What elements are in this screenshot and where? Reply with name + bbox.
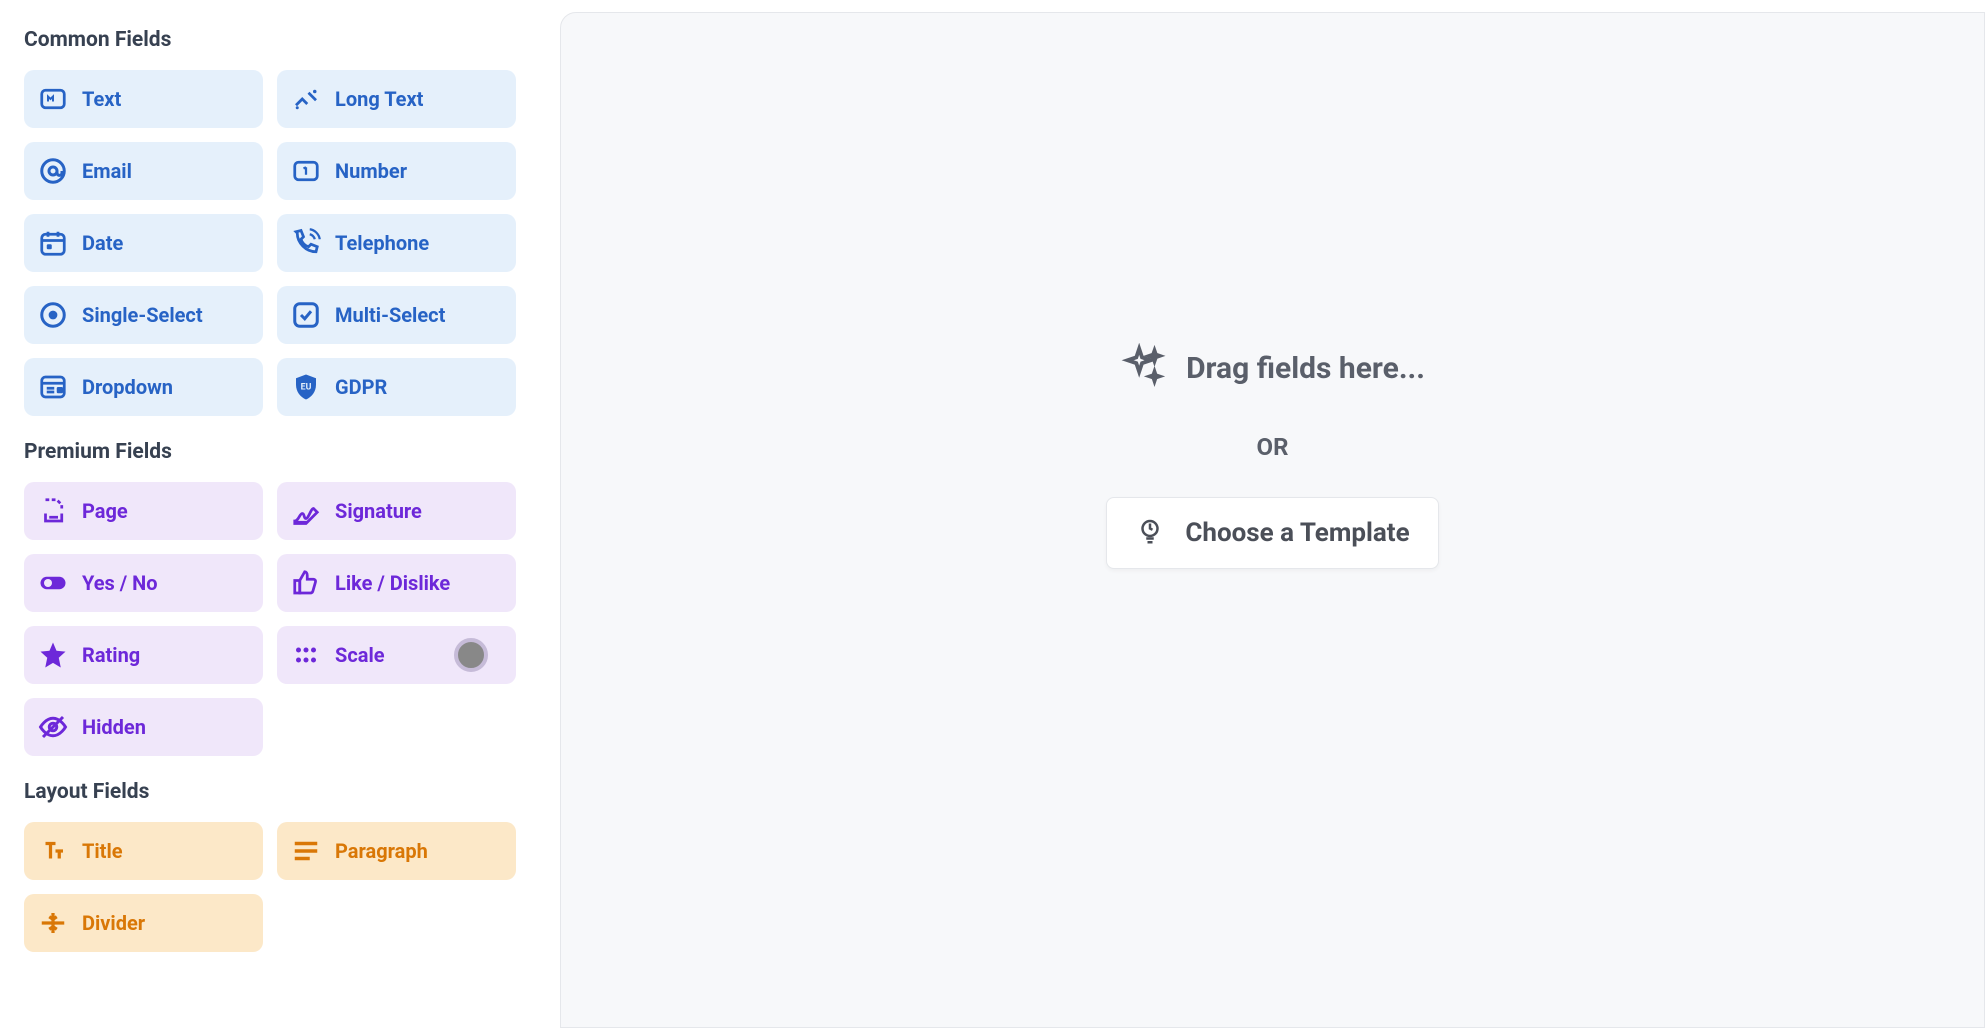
field-label: Like / Dislike <box>335 571 450 595</box>
star-icon <box>38 640 68 670</box>
field-scale[interactable]: Scale <box>277 626 516 684</box>
sparkle-icon <box>1120 343 1166 393</box>
field-label: Divider <box>82 911 145 935</box>
section-title-common: Common Fields <box>24 28 516 52</box>
telephone-icon <box>291 228 321 258</box>
signature-icon <box>291 496 321 526</box>
toggle-icon <box>38 568 68 598</box>
field-label: Signature <box>335 499 422 523</box>
multi-select-icon <box>291 300 321 330</box>
section-title-layout: Layout Fields <box>24 780 516 804</box>
field-paragraph[interactable]: Paragraph <box>277 822 516 880</box>
layout-fields-grid: Title Paragraph Divider <box>24 822 516 952</box>
field-label: Multi-Select <box>335 303 445 327</box>
cursor-indicator <box>454 638 488 672</box>
field-label: Long Text <box>335 87 423 111</box>
gdpr-icon: EU <box>291 372 321 402</box>
field-telephone[interactable]: Telephone <box>277 214 516 272</box>
field-multi-select[interactable]: Multi-Select <box>277 286 516 344</box>
hidden-icon <box>38 712 68 742</box>
field-label: Paragraph <box>335 839 428 863</box>
field-signature[interactable]: Signature <box>277 482 516 540</box>
field-hidden[interactable]: Hidden <box>24 698 263 756</box>
field-like-dislike[interactable]: Like / Dislike <box>277 554 516 612</box>
long-text-icon <box>291 84 321 114</box>
form-canvas[interactable]: Drag fields here... OR Choose a Template <box>560 12 1985 1028</box>
lightbulb-icon <box>1135 516 1165 550</box>
field-email[interactable]: Email <box>24 142 263 200</box>
field-label: Text <box>82 87 121 111</box>
field-long-text[interactable]: Long Text <box>277 70 516 128</box>
field-label: Number <box>335 159 407 183</box>
paragraph-icon <box>291 836 321 866</box>
divider-icon <box>38 908 68 938</box>
field-label: Rating <box>82 643 140 667</box>
field-label: Title <box>82 839 123 863</box>
field-number[interactable]: Number <box>277 142 516 200</box>
choose-template-button[interactable]: Choose a Template <box>1106 497 1438 569</box>
single-select-icon <box>38 300 68 330</box>
dropdown-icon <box>38 372 68 402</box>
field-text[interactable]: Text <box>24 70 263 128</box>
text-icon <box>38 84 68 114</box>
page-icon <box>38 496 68 526</box>
date-icon <box>38 228 68 258</box>
field-label: Email <box>82 159 132 183</box>
field-gdpr[interactable]: EU GDPR <box>277 358 516 416</box>
drop-hint-text: Drag fields here... <box>1186 351 1425 386</box>
title-icon <box>38 836 68 866</box>
field-title[interactable]: Title <box>24 822 263 880</box>
field-label: Dropdown <box>82 375 173 399</box>
field-label: Single-Select <box>82 303 203 327</box>
section-title-premium: Premium Fields <box>24 440 516 464</box>
drop-hint: Drag fields here... <box>1120 343 1425 393</box>
svg-text:EU: EU <box>301 383 312 393</box>
field-rating[interactable]: Rating <box>24 626 263 684</box>
field-date[interactable]: Date <box>24 214 263 272</box>
scale-icon <box>291 640 321 670</box>
premium-fields-grid: Page Signature Yes / No Like / Dislike R <box>24 482 516 756</box>
field-label: GDPR <box>335 375 387 399</box>
fields-sidebar: Common Fields Text Long Text Email Numbe… <box>0 0 540 1028</box>
field-divider[interactable]: Divider <box>24 894 263 952</box>
field-label: Page <box>82 499 128 523</box>
field-yes-no[interactable]: Yes / No <box>24 554 263 612</box>
field-label: Telephone <box>335 231 429 255</box>
field-dropdown[interactable]: Dropdown <box>24 358 263 416</box>
field-label: Hidden <box>82 715 146 739</box>
field-single-select[interactable]: Single-Select <box>24 286 263 344</box>
or-separator: OR <box>1257 433 1289 461</box>
field-page[interactable]: Page <box>24 482 263 540</box>
thumbs-up-icon <box>291 568 321 598</box>
number-icon <box>291 156 321 186</box>
common-fields-grid: Text Long Text Email Number Date <box>24 70 516 416</box>
field-label: Yes / No <box>82 571 158 595</box>
field-label: Date <box>82 231 123 255</box>
email-icon <box>38 156 68 186</box>
template-button-label: Choose a Template <box>1185 518 1409 548</box>
field-label: Scale <box>335 643 385 667</box>
